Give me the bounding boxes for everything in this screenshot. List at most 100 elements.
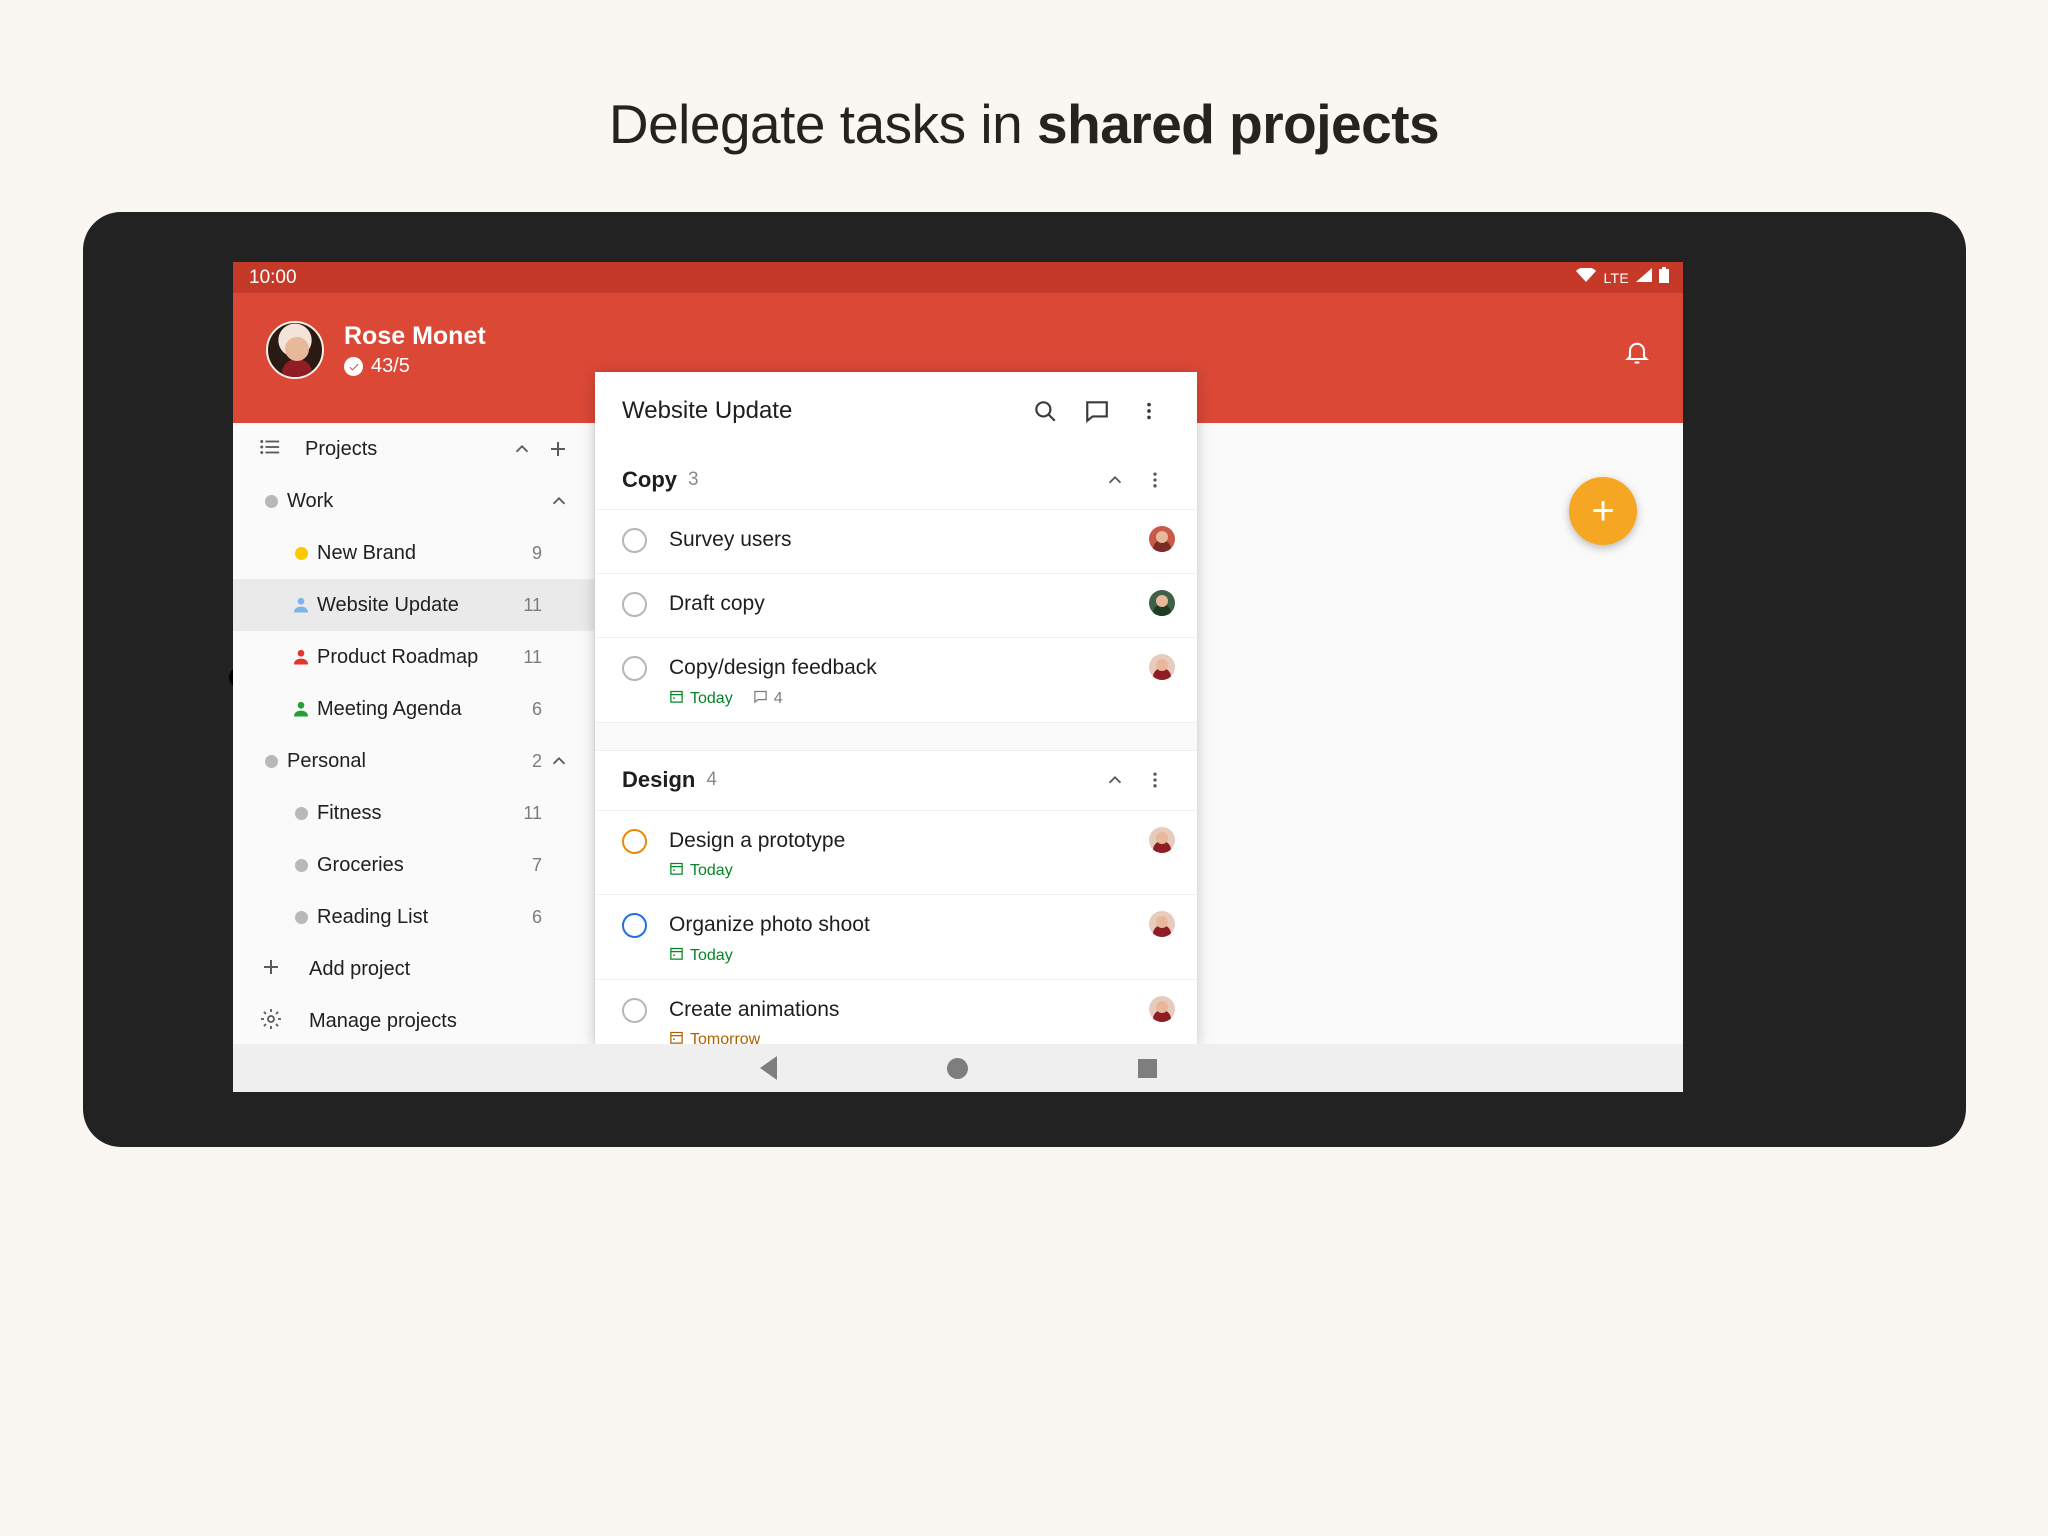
task-checkbox[interactable] [622, 574, 647, 617]
sidebar-item-product-roadmap[interactable]: Product Roadmap11 [233, 631, 594, 683]
sidebar-item-meeting-agenda[interactable]: Meeting Agenda6 [233, 683, 594, 735]
project-color-dot [255, 755, 287, 768]
chevron-up-icon[interactable] [504, 438, 540, 460]
task-assignee-avatar[interactable] [1149, 590, 1175, 616]
sidebar-item-reading-list[interactable]: Reading List6 [233, 891, 594, 943]
sidebar-item-groceries[interactable]: Groceries7 [233, 839, 594, 891]
sidebar-item-label: Groceries [317, 854, 514, 877]
comment-icon[interactable] [1071, 398, 1123, 424]
back-icon[interactable] [760, 1056, 777, 1080]
task-checkbox[interactable] [622, 638, 647, 681]
chevron-up-icon[interactable] [542, 490, 576, 512]
task-title: Survey users [669, 528, 792, 551]
tablet-frame: 10:00 LTE Rose Monet [83, 212, 1966, 1147]
task-row[interactable]: Create animationsTomorrow [595, 980, 1197, 1044]
task-due-date[interactable]: Today [669, 689, 733, 709]
page-title: Delegate tasks in shared projects [0, 0, 2048, 156]
fab-plus-label: + [1591, 491, 1614, 531]
device-screen: 10:00 LTE Rose Monet [233, 262, 1683, 1092]
sidebar: Projects WorkNew Brand9Website Update11P… [233, 423, 595, 1044]
task-comment-count[interactable]: 4 [753, 689, 783, 709]
section-header-design[interactable]: Design 4 [595, 751, 1197, 811]
plus-icon [259, 955, 283, 984]
task-row[interactable]: Copy/design feedbackToday4 [595, 638, 1197, 723]
task-assignee-avatar[interactable] [1149, 996, 1175, 1022]
sidebar-item-personal[interactable]: Personal2 [233, 735, 594, 787]
add-project-label: Add project [309, 958, 410, 981]
task-comment-label: 4 [774, 690, 783, 708]
network-label: LTE [1603, 270, 1629, 286]
more-vertical-icon[interactable] [1135, 468, 1175, 492]
plus-icon[interactable] [540, 437, 576, 461]
task-checkbox[interactable] [622, 895, 647, 938]
sidebar-item-label: Meeting Agenda [317, 698, 514, 721]
calendar-icon [669, 1030, 684, 1044]
status-bar: 10:00 LTE [233, 262, 1683, 293]
sidebar-item-label: Website Update [317, 594, 514, 617]
sidebar-item-label: Fitness [317, 802, 514, 825]
task-assignee-avatar[interactable] [1149, 911, 1175, 937]
project-panel: Website Update Copy3 Survey users Draft co… [595, 372, 1197, 1044]
task-assignee-avatar[interactable] [1149, 654, 1175, 680]
sidebar-item-count: 11 [514, 803, 542, 824]
chevron-up-icon[interactable] [1095, 769, 1135, 791]
home-icon[interactable] [947, 1058, 968, 1079]
task-title: Organize photo shoot [669, 913, 870, 936]
add-task-fab[interactable]: + [1569, 477, 1637, 545]
android-nav-bar [233, 1044, 1683, 1092]
task-due-date[interactable]: Today [669, 861, 733, 881]
section-count: 3 [688, 469, 1095, 491]
task-row[interactable]: Organize photo shoot Today [595, 895, 1197, 980]
task-row[interactable]: Design a prototypeToday [595, 811, 1197, 896]
bell-icon[interactable] [1623, 337, 1651, 372]
panel-title: Website Update [622, 397, 1019, 425]
sidebar-item-count: 6 [514, 907, 542, 928]
task-due-label: Today [690, 862, 733, 880]
task-due-date[interactable]: Today [669, 946, 733, 966]
section-name: Design [622, 767, 695, 793]
more-vertical-icon[interactable] [1123, 398, 1175, 424]
sidebar-item-count: 11 [514, 595, 542, 616]
chevron-up-icon[interactable] [1095, 469, 1135, 491]
task-row[interactable]: Survey users [595, 510, 1197, 574]
person-icon [285, 699, 317, 719]
sidebar-item-new-brand[interactable]: New Brand9 [233, 527, 594, 579]
panel-header: Website Update [595, 372, 1197, 450]
sidebar-item-work[interactable]: Work [233, 475, 594, 527]
recents-icon[interactable] [1138, 1059, 1157, 1078]
task-checkbox[interactable] [622, 980, 647, 1023]
sidebar-item-label: Personal [287, 750, 514, 773]
sidebar-item-website-update[interactable]: Website Update11 [233, 579, 594, 631]
section-divider [595, 723, 1197, 751]
avatar[interactable] [266, 321, 324, 379]
sidebar-item-manage-projects[interactable]: Manage projects [233, 995, 594, 1044]
task-row[interactable]: Draft copy [595, 574, 1197, 638]
sidebar-item-fitness[interactable]: Fitness11 [233, 787, 594, 839]
calendar-icon [669, 689, 684, 709]
task-due-label: Tomorrow [690, 1031, 760, 1044]
page-title-bold: shared projects [1037, 93, 1439, 155]
project-color-dot [285, 859, 317, 872]
battery-icon [1659, 267, 1669, 288]
task-assignee-avatar[interactable] [1149, 526, 1175, 552]
wifi-icon [1576, 268, 1596, 288]
task-checkbox[interactable] [622, 510, 647, 553]
person-icon [285, 647, 317, 667]
section-header-copy[interactable]: Copy3 [595, 450, 1197, 510]
calendar-icon [669, 946, 684, 966]
task-due-date[interactable]: Tomorrow [669, 1030, 760, 1044]
check-circle-icon [344, 357, 363, 376]
user-name: Rose Monet [344, 322, 486, 351]
sidebar-item-add-project[interactable]: Add project [233, 943, 594, 995]
task-checkbox[interactable] [622, 811, 647, 854]
project-color-dot [285, 807, 317, 820]
search-icon[interactable] [1019, 398, 1071, 424]
user-profile[interactable]: Rose Monet 43/5 [266, 321, 486, 379]
more-vertical-icon[interactable] [1135, 768, 1175, 792]
sidebar-item-label: Product Roadmap [317, 646, 514, 669]
task-assignee-avatar[interactable] [1149, 827, 1175, 853]
person-icon [285, 595, 317, 615]
sidebar-item-count: 7 [514, 855, 542, 876]
section-count: 4 [706, 769, 1095, 791]
chevron-up-icon[interactable] [542, 750, 576, 772]
